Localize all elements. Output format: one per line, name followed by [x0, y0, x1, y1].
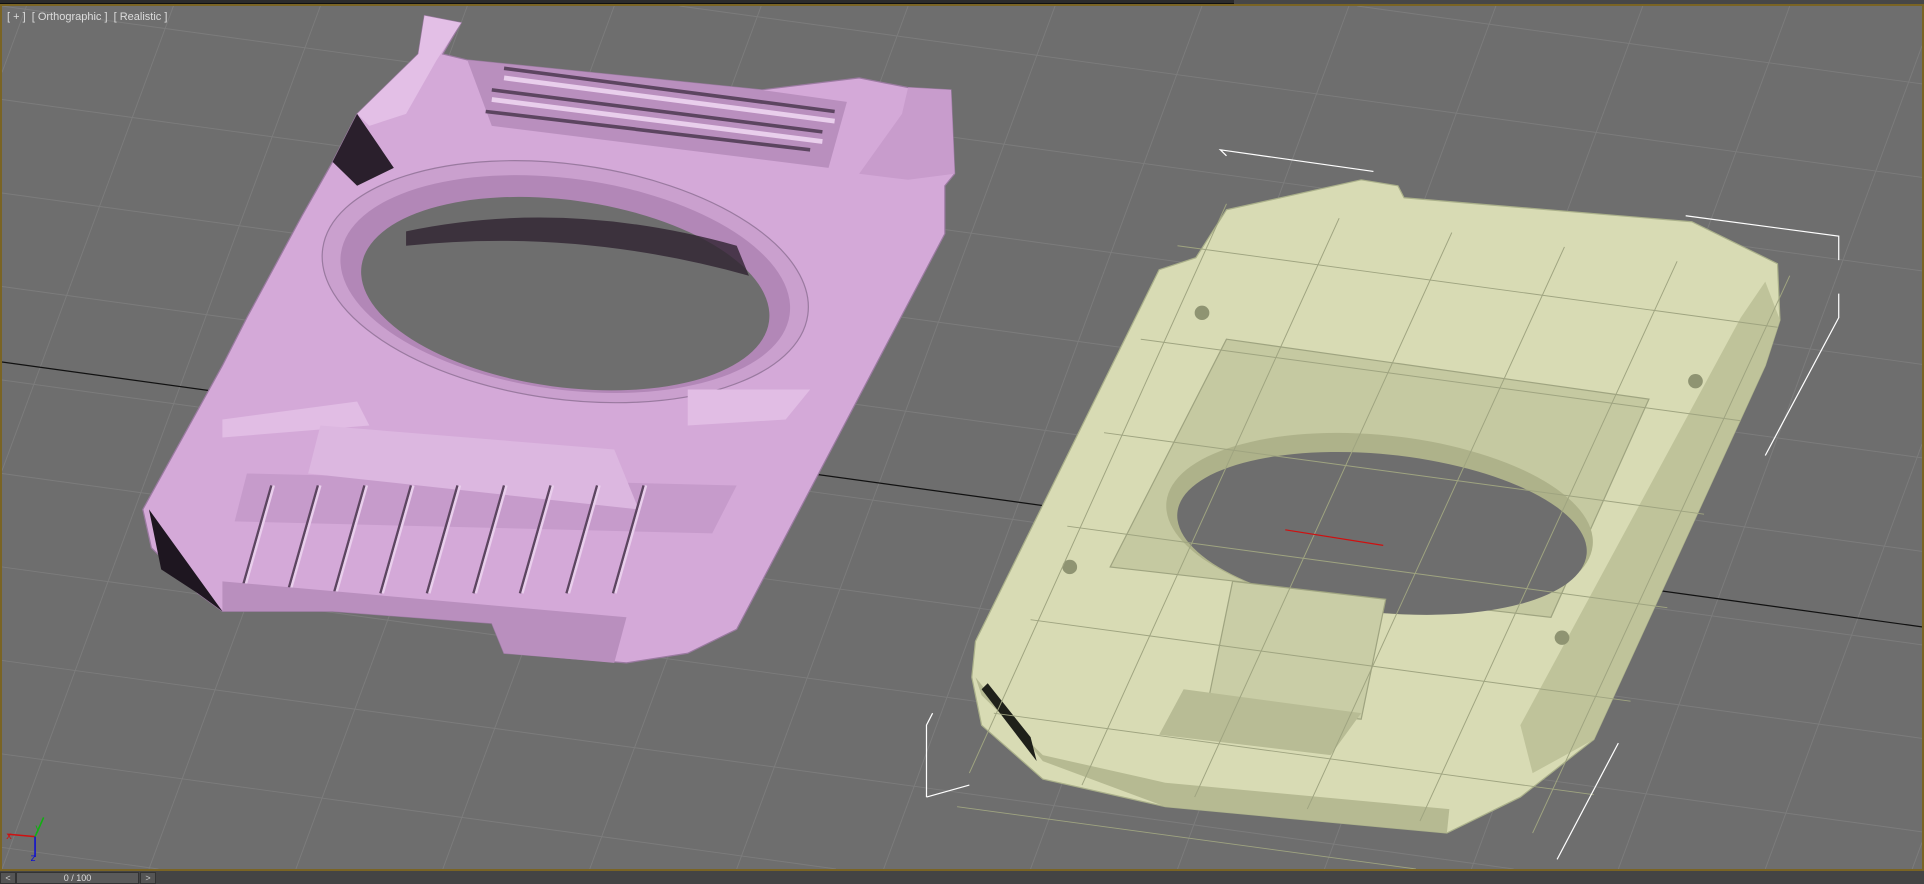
grid-line: [2, 753, 837, 869]
time-slider-bar: < 0 / 100 >: [0, 871, 1924, 884]
next-frame-button[interactable]: >: [140, 872, 156, 884]
viewport-label[interactable]: [ + ] [ Orthographic ] [ Realistic ]: [7, 11, 170, 23]
time-slider[interactable]: 0 / 100: [16, 872, 139, 884]
grid-line: [1764, 443, 1922, 869]
viewport-orthographic[interactable]: [ + ] [ Orthographic ] [ Realistic ] x y…: [0, 4, 1924, 871]
prev-frame-button[interactable]: <: [0, 872, 16, 884]
grid-line: [2, 846, 159, 869]
scene-canvas[interactable]: [2, 6, 1922, 869]
axis-y-label: y: [35, 823, 42, 834]
grid-line: [1911, 842, 1922, 869]
axis-z-label: z: [30, 853, 37, 864]
viewport-menu-plus[interactable]: [ + ]: [7, 11, 26, 23]
grid-line: [2, 6, 174, 471]
grid-line: [1357, 6, 1922, 85]
pink-mesh-object[interactable]: [142, 14, 956, 664]
axis-x-label: x: [6, 831, 13, 842]
green-mesh-object[interactable]: [925, 148, 1840, 869]
viewport-point-of-view-menu[interactable]: [ Orthographic ]: [32, 11, 108, 23]
viewport-shading-menu[interactable]: [ Realistic ]: [114, 11, 168, 23]
